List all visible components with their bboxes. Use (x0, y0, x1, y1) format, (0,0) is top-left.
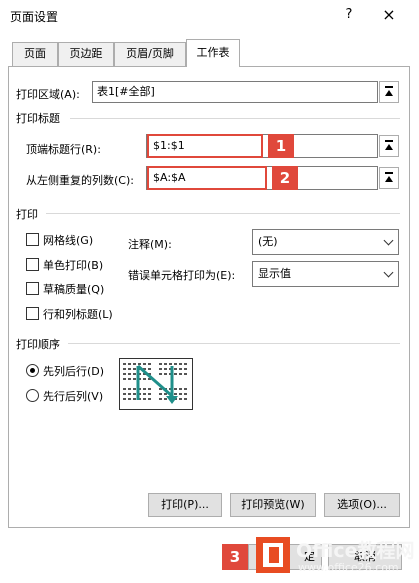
print-area-collapse-button[interactable] (379, 81, 399, 103)
divider (68, 343, 400, 344)
collapse-icon (385, 172, 393, 174)
cell-errors-value: 显示值 (258, 267, 291, 280)
comments-value: (无) (258, 235, 278, 248)
black-and-white-checkbox[interactable] (26, 258, 39, 271)
options-button[interactable]: 选项(O)... (324, 493, 400, 517)
tab-page[interactable]: 页面 (12, 42, 58, 66)
black-and-white-label: 单色打印(B) (43, 259, 104, 272)
columns-to-repeat-label: 从左侧重复的列数(C): (26, 174, 134, 187)
office-logo-icon (256, 537, 290, 573)
watermark-brand: Office教程网 (296, 540, 415, 562)
comments-label: 注释(M): (128, 238, 172, 251)
rows-to-repeat-label: 顶端标题行(R): (26, 143, 101, 156)
dialog-title: 页面设置 (10, 10, 59, 24)
print-preview-button[interactable]: 打印预览(W) (230, 493, 316, 517)
comments-select[interactable]: (无) (252, 229, 399, 255)
help-button[interactable]: ? (340, 6, 358, 24)
row-column-headings-label: 行和列标题(L) (43, 308, 113, 321)
over-then-down-radio[interactable] (26, 389, 39, 402)
rows-collapse-button[interactable] (379, 135, 399, 157)
draft-quality-checkbox[interactable] (26, 282, 39, 295)
divider (46, 213, 400, 214)
print-titles-section: 打印标题 (16, 112, 60, 125)
down-then-over-label: 先列后行(D) (43, 365, 105, 378)
tab-sheet[interactable]: 工作表 (186, 39, 240, 67)
rows-to-repeat-value: $1:$1 (153, 139, 185, 152)
draft-quality-label: 草稿质量(Q) (43, 283, 105, 296)
gridlines-checkbox[interactable] (26, 233, 39, 246)
cell-errors-label: 错误单元格打印为(E): (128, 269, 236, 282)
tab-margins[interactable]: 页边距 (58, 42, 114, 66)
columns-to-repeat-value: $A:$A (153, 171, 186, 184)
page-order-preview-icon (119, 358, 193, 410)
gridlines-label: 网格线(G) (43, 234, 94, 247)
annotation-badge-1: 1 (268, 134, 294, 158)
divider (70, 118, 400, 119)
print-area-label: 打印区域(A): (16, 88, 80, 101)
chevron-down-icon (379, 230, 398, 254)
watermark-url: www.office26.com (298, 561, 399, 574)
page-order-section: 打印顺序 (16, 338, 60, 351)
cell-errors-select[interactable]: 显示值 (252, 261, 399, 287)
annotation-badge-2: 2 (272, 166, 298, 190)
annotation-badge-3: 3 (222, 544, 248, 570)
row-column-headings-checkbox[interactable] (26, 307, 39, 320)
down-then-over-radio[interactable] (26, 364, 39, 377)
print-button[interactable]: 打印(P)... (148, 493, 222, 517)
print-area-input[interactable]: 表1[#全部] (92, 81, 378, 103)
tab-header-footer[interactable]: 页眉/页脚 (114, 42, 186, 66)
collapse-icon (385, 140, 393, 142)
columns-collapse-button[interactable] (379, 167, 399, 189)
chevron-down-icon (379, 262, 398, 286)
collapse-icon (385, 86, 393, 88)
print-section: 打印 (16, 208, 38, 221)
over-then-down-label: 先行后列(V) (43, 390, 104, 403)
close-button[interactable]: × (380, 6, 398, 24)
